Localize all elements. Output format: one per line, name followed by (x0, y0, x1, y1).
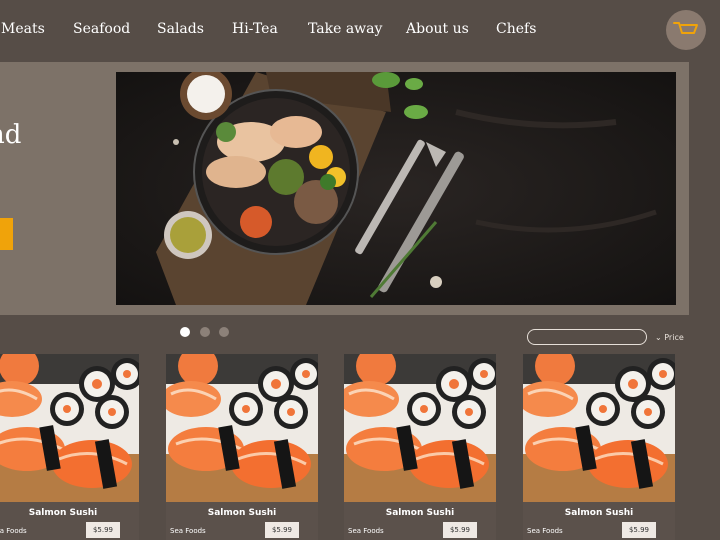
product-name: Salmon Sushi (564, 508, 634, 518)
hero-cta-button[interactable] (0, 218, 13, 250)
product-card[interactable]: Salmon Sushi Sea Foods $5.99 (0, 354, 139, 540)
cart-button[interactable] (666, 10, 706, 50)
search-input[interactable] (527, 329, 647, 345)
sort-price-dropdown[interactable]: ⌄ Price (655, 333, 684, 342)
product-image (344, 354, 496, 502)
product-category: Sea Foods (170, 527, 206, 535)
product-name: Salmon Sushi (207, 508, 277, 518)
nav-item-take-away[interactable]: Take away (308, 21, 382, 37)
carousel-dot-3[interactable] (219, 327, 229, 337)
chevron-down-icon: ⌄ (655, 333, 662, 342)
nav-item-salads[interactable]: Salads (157, 21, 204, 37)
product-card[interactable]: Salmon Sushi Sea Foods $5.99 (344, 354, 496, 540)
product-card[interactable]: Salmon Sushi Sea Foods $5.99 (166, 354, 318, 540)
product-price: $5.99 (622, 522, 656, 538)
nav-item-meats[interactable]: Meats (1, 21, 45, 37)
carousel-dot-1[interactable] (180, 327, 190, 337)
product-card[interactable]: Salmon Sushi Sea Foods $5.99 (523, 354, 675, 540)
product-name: Salmon Sushi (385, 508, 455, 518)
top-nav: Meats Seafood Salads Hi-Tea Take away Ab… (0, 0, 720, 62)
product-price: $5.99 (265, 522, 299, 538)
nav-item-hi-tea[interactable]: Hi-Tea (232, 21, 278, 37)
carousel-dot-2[interactable] (200, 327, 210, 337)
product-image (523, 354, 675, 502)
product-image (166, 354, 318, 502)
product-category: Sea Foods (0, 527, 27, 535)
sort-label: Price (664, 333, 684, 342)
cart-icon (673, 22, 698, 34)
product-category: Sea Foods (527, 527, 563, 535)
nav-item-seafood[interactable]: Seafood (73, 21, 130, 37)
product-price: $5.99 (86, 522, 120, 538)
product-name: Salmon Sushi (28, 508, 98, 518)
hero-food-image (116, 72, 676, 305)
product-image (0, 354, 139, 502)
product-category: Sea Foods (348, 527, 384, 535)
product-price: $5.99 (443, 522, 477, 538)
hero-title: nd (0, 120, 22, 150)
nav-item-about-us[interactable]: About us (406, 21, 469, 37)
hero-banner: nd (0, 62, 689, 315)
nav-item-chefs[interactable]: Chefs (496, 21, 536, 37)
